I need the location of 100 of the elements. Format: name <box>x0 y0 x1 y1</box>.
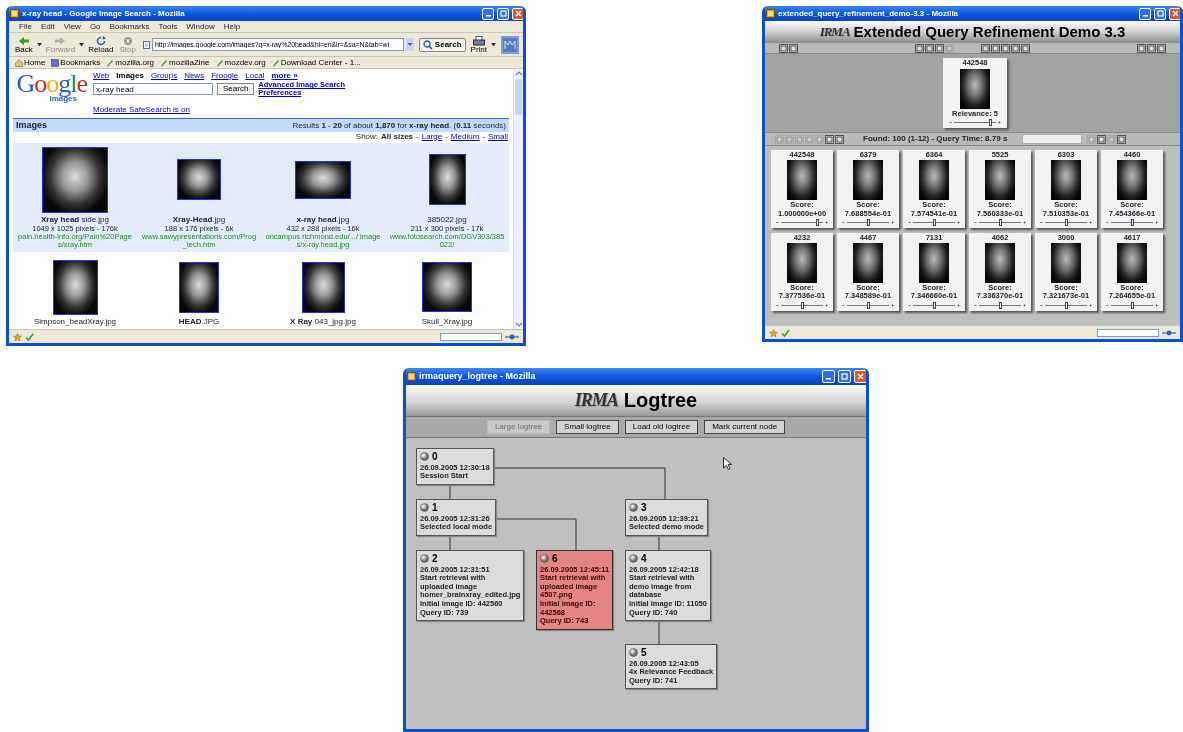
relevance-slider[interactable] <box>974 218 1026 226</box>
search-tab[interactable]: News <box>184 71 205 81</box>
check-icon[interactable] <box>781 328 790 337</box>
tool-button[interactable] <box>1137 43 1146 53</box>
tool-button[interactable] <box>1097 134 1107 144</box>
photo-placeholder[interactable] <box>52 259 98 315</box>
image-filename[interactable]: Simpson_headXray.jpg <box>33 318 117 328</box>
tool-button[interactable] <box>825 134 834 144</box>
close-button[interactable] <box>1169 7 1180 20</box>
image-filename[interactable]: x-ray head.jpg <box>296 215 350 225</box>
relevance-slider[interactable] <box>776 301 828 309</box>
more-link[interactable]: more » <box>271 71 298 81</box>
search-tab[interactable]: Local <box>245 71 265 81</box>
bookmark-link[interactable]: Download Center - 1... <box>271 57 361 68</box>
toolbar-button[interactable]: Small logtree <box>556 420 619 434</box>
slider-thumb[interactable] <box>801 301 804 309</box>
slider-thumb[interactable] <box>867 301 870 309</box>
relevance-slider[interactable] <box>776 218 828 226</box>
search-tab[interactable]: Images <box>116 71 144 81</box>
star-icon[interactable] <box>769 328 778 337</box>
minimize-button[interactable] <box>482 7 494 20</box>
tool-button[interactable] <box>835 134 844 144</box>
slider-thumb[interactable] <box>815 218 819 226</box>
image-filename[interactable]: HEAD.JPG <box>178 318 220 328</box>
tool-button[interactable] <box>1117 134 1127 144</box>
caret-icon[interactable] <box>36 42 42 47</box>
print-button[interactable]: Print <box>468 35 489 54</box>
tool-button[interactable] <box>915 43 924 53</box>
relevance-slider[interactable] <box>1040 218 1092 226</box>
tool-button[interactable] <box>789 43 798 53</box>
maximize-button[interactable] <box>497 7 509 20</box>
menu-item[interactable]: Window <box>186 22 215 31</box>
bookmark-link[interactable]: Bookmarks <box>51 57 101 68</box>
relevance-slider[interactable] <box>1040 301 1092 309</box>
caret-icon[interactable] <box>79 42 85 47</box>
tool-button[interactable] <box>1147 43 1156 53</box>
relevance-slider[interactable] <box>1106 218 1158 226</box>
search-tab[interactable]: Groups <box>150 71 178 81</box>
search-tab[interactable]: Froogle <box>211 71 239 81</box>
relevance-slider[interactable] <box>908 301 960 309</box>
tool-button[interactable] <box>981 43 990 53</box>
tool-button[interactable] <box>925 43 934 53</box>
relevance-slider[interactable] <box>949 118 1001 126</box>
maximize-button[interactable] <box>1154 7 1166 20</box>
slider-thumb[interactable] <box>999 218 1002 226</box>
minimize-button[interactable] <box>822 370 835 383</box>
relevance-slider[interactable] <box>842 301 894 309</box>
close-button[interactable] <box>854 370 866 383</box>
slider-thumb[interactable] <box>999 301 1002 309</box>
toolbar-button[interactable]: Load old logtree <box>624 420 699 434</box>
slider-thumb[interactable] <box>1131 301 1134 309</box>
search-button[interactable]: Search <box>217 83 255 96</box>
slider-thumb[interactable] <box>1065 301 1068 309</box>
menu-item[interactable]: Edit <box>40 22 55 31</box>
menu-item[interactable]: View <box>63 22 81 31</box>
menu-item[interactable]: Tools <box>158 22 178 31</box>
vertical-scrollbar[interactable] <box>513 69 523 329</box>
size-link[interactable]: Large <box>421 131 443 141</box>
tool-button[interactable] <box>1001 43 1010 53</box>
photo-placeholder[interactable] <box>428 154 466 206</box>
check-icon[interactable] <box>25 332 34 341</box>
search-tab[interactable]: Web <box>93 71 110 81</box>
photo-placeholder[interactable] <box>177 159 221 201</box>
relevance-slider[interactable] <box>908 218 960 226</box>
slider-thumb[interactable] <box>933 218 936 226</box>
caret-icon[interactable] <box>491 42 496 47</box>
image-filename[interactable]: Xray-Head.jpg <box>172 215 226 225</box>
tool-button[interactable] <box>1011 43 1020 53</box>
nav-button[interactable]: Reload <box>86 35 116 54</box>
relevance-slider[interactable] <box>842 218 894 226</box>
search-button[interactable]: Search <box>418 37 466 52</box>
safesearch-link[interactable]: Moderate SafeSearch is on <box>93 104 190 114</box>
slider-thumb[interactable] <box>933 301 936 309</box>
photo-placeholder[interactable] <box>301 261 345 313</box>
menu-item[interactable]: Go <box>89 22 101 31</box>
bookmark-link[interactable]: mozilla.org <box>106 57 155 68</box>
size-link[interactable]: Medium <box>450 131 480 141</box>
tool-button[interactable] <box>935 43 944 53</box>
size-link[interactable]: Small <box>488 131 508 141</box>
toolbar-button[interactable]: Mark current node <box>704 420 786 434</box>
slider-thumb[interactable] <box>988 118 992 126</box>
image-filename[interactable]: Xray head side.jpg <box>40 215 109 225</box>
tool-button[interactable] <box>1157 43 1166 53</box>
bookmark-link[interactable]: mozdev.org <box>215 57 266 68</box>
relevance-slider[interactable] <box>1106 301 1158 309</box>
tool-button[interactable] <box>1021 43 1030 53</box>
menu-item[interactable]: File <box>19 22 32 31</box>
page-field[interactable] <box>1022 134 1083 144</box>
star-icon[interactable] <box>13 332 22 341</box>
slider-thumb[interactable] <box>1065 218 1068 226</box>
photo-placeholder[interactable] <box>42 146 108 213</box>
menu-item[interactable]: Help <box>223 22 241 31</box>
nav-button[interactable]: Back <box>13 35 35 54</box>
search-field[interactable]: x-ray head <box>93 83 213 96</box>
photo-placeholder[interactable] <box>295 160 351 199</box>
minimize-button[interactable] <box>1139 7 1151 20</box>
maximize-button[interactable] <box>838 370 851 383</box>
throbber-icon[interactable] <box>501 35 519 54</box>
bookmark-link[interactable]: mozillaZine <box>160 57 210 68</box>
tool-button[interactable] <box>779 43 788 53</box>
